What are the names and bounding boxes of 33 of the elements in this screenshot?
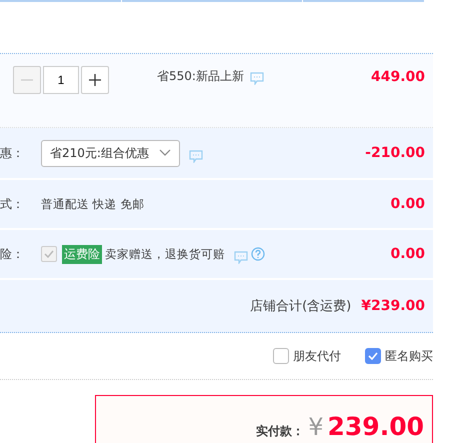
quantity-field[interactable]: 1 — [43, 66, 79, 94]
promotion-dropdown[interactable]: 省210元:组合优惠 — [41, 140, 180, 166]
message-icon[interactable] — [250, 72, 264, 85]
message-icon[interactable] — [234, 250, 248, 264]
currency-symbol: ¥ — [308, 415, 324, 439]
row-label: 惠： — [0, 144, 25, 162]
checkbox[interactable] — [365, 348, 381, 364]
row-label: 险： — [0, 246, 25, 262]
option-checkbox[interactable]: 朋友代付 — [273, 348, 341, 364]
delivery-method: 普通配送 快递 免邮 — [41, 196, 144, 212]
option-label: 朋友代付 — [293, 348, 341, 364]
row-amount: -210.00 — [365, 145, 425, 161]
check-icon — [368, 352, 378, 360]
row-amount: 0.00 — [390, 196, 425, 212]
row-amount: 0.00 — [390, 246, 425, 262]
store-total-value: ¥239.00 — [361, 298, 425, 314]
plus-icon — [89, 74, 101, 86]
chevron-down-icon — [158, 149, 171, 157]
plus-button[interactable] — [81, 66, 109, 94]
payment-amount: 239.00 — [328, 414, 424, 439]
item-price: 449.00 — [370, 69, 425, 85]
payment-label: 实付款： — [256, 425, 304, 437]
option-label: 匿名购买 — [385, 348, 433, 364]
insurance-description: 卖家赠送，退换货可赔 — [105, 246, 225, 262]
option-checkbox[interactable]: 匿名购买 — [365, 348, 433, 364]
message-icon[interactable] — [188, 150, 203, 162]
row-label: 式： — [0, 196, 25, 212]
checkbox[interactable] — [273, 348, 289, 364]
promotion-text: 省550:新品上新 — [157, 68, 244, 85]
help-icon[interactable] — [251, 247, 265, 261]
insurance-tag: 运费险 — [62, 244, 102, 264]
check-icon — [44, 250, 54, 258]
store-total-label: 店铺合计(含运费) — [250, 298, 352, 315]
